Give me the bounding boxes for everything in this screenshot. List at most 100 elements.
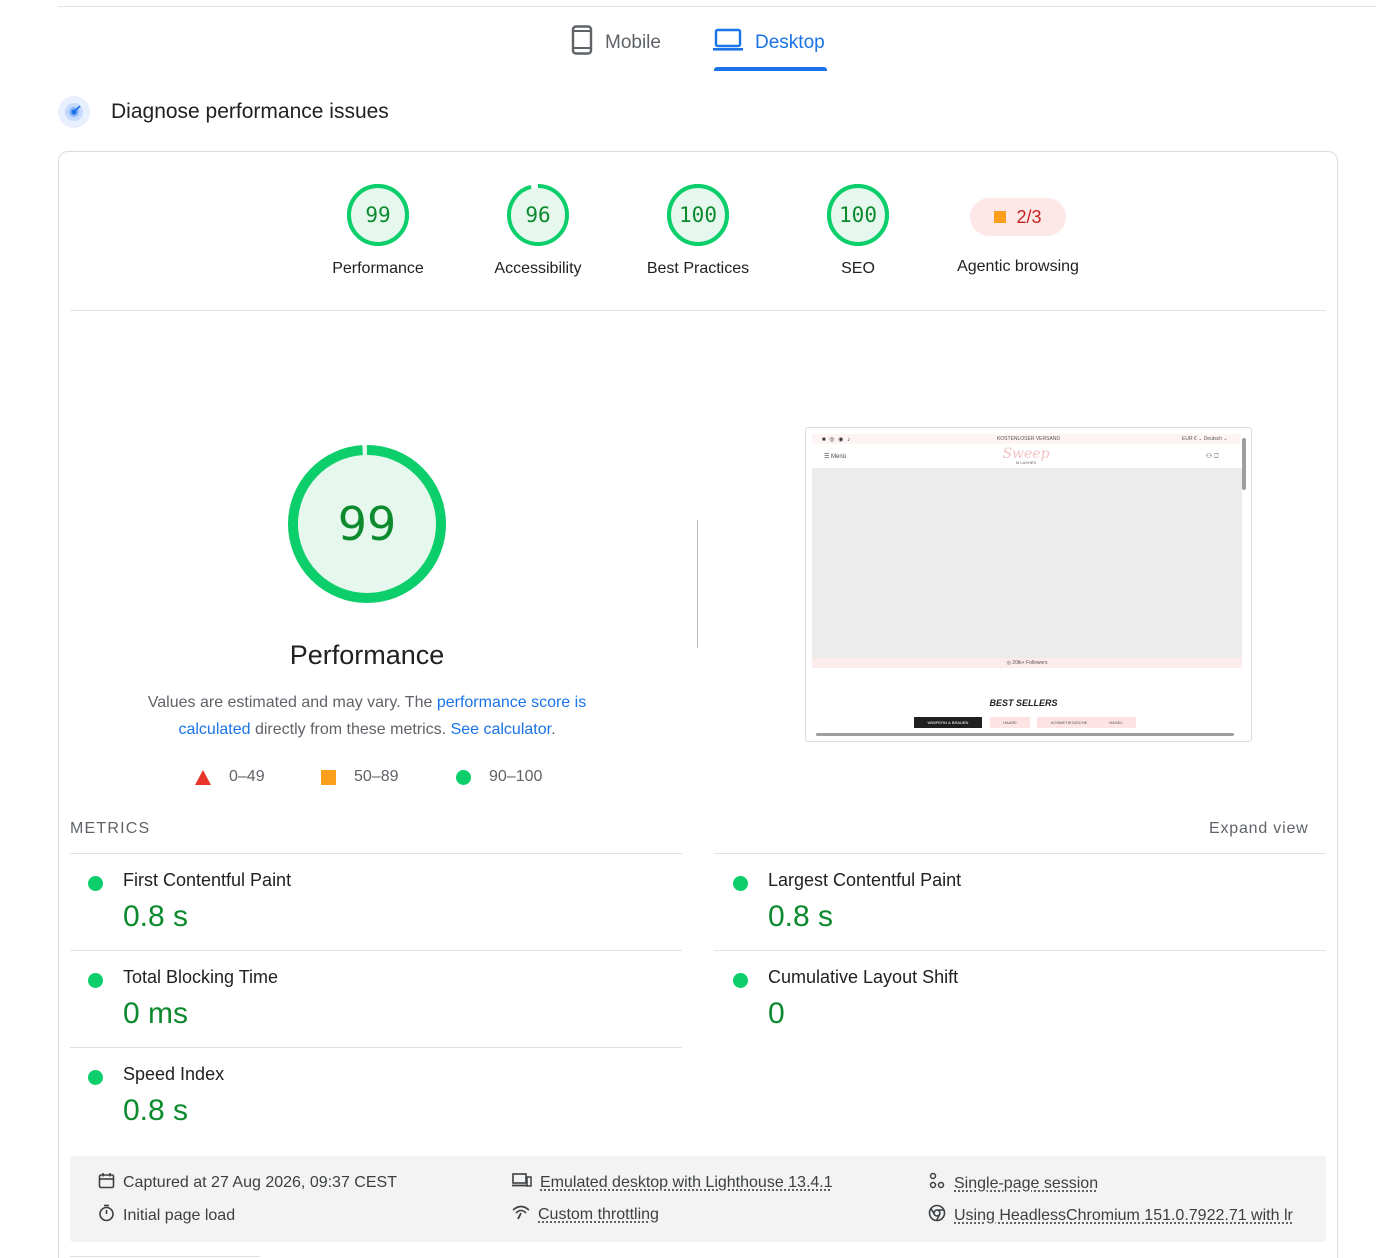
metric-value: 0.8 s — [123, 900, 189, 933]
bottom-divider — [70, 1256, 260, 1257]
legend-average-label: 50–89 — [354, 768, 399, 785]
metric-name: Cumulative Layout Shift — [768, 967, 959, 987]
gauge-value: 96 — [525, 203, 551, 227]
section-title: Diagnose performance issues — [111, 100, 389, 123]
emulated-desktop-text: Emulated desktop with Lighthouse 13.4.1 — [540, 1173, 833, 1191]
agentic-score-badge: 2/3 — [970, 198, 1066, 236]
device-tabs: Mobile Desktop — [0, 20, 1376, 72]
gauge-value: 99 — [365, 203, 391, 227]
metric-value: 0.8 s — [768, 900, 834, 933]
legend-fail-label: 0–49 — [229, 768, 265, 785]
browser-version-text: Using HeadlessChromium 151.0.7922.71 wit… — [954, 1206, 1293, 1224]
thumb-best-sellers: BEST SELLERS — [989, 698, 1058, 708]
thumb-pill: WIMPERN & BRAUEN — [914, 717, 982, 728]
pass-circle-icon — [456, 769, 471, 785]
pass-circle-icon — [88, 876, 103, 891]
legend-pass-label: 90–100 — [489, 768, 543, 785]
gauge-label: Performance — [332, 260, 424, 277]
tab-desktop[interactable]: Desktop — [713, 24, 825, 62]
single-page-session-text: Single-page session — [954, 1174, 1099, 1192]
gauge-accessibility[interactable]: 96 Accessibility — [458, 183, 618, 278]
thumb-followers-bar: ◎ 20tk+ Followers — [812, 658, 1242, 668]
fail-triangle-icon — [195, 769, 211, 785]
initial-page-load-text: Initial page load — [123, 1206, 236, 1224]
tab-mobile[interactable]: Mobile — [571, 24, 661, 62]
gauges-divider — [70, 310, 1326, 311]
metrics-divider — [714, 950, 1326, 951]
pass-circle-icon — [88, 973, 103, 988]
average-square-icon — [994, 211, 1007, 223]
thumb-pill: KOSMETIKTASCHE — [1037, 717, 1101, 728]
metrics-heading: METRICS — [70, 820, 151, 837]
desc-text: . — [551, 721, 556, 738]
performance-score: 99 — [337, 497, 397, 551]
devices-icon — [512, 1172, 532, 1193]
metric-value: 0 ms — [123, 997, 189, 1030]
pass-circle-icon — [733, 973, 748, 988]
performance-gauge-large: 99 — [287, 444, 447, 604]
thumb-menu: ☰ Menü — [824, 454, 847, 460]
gauge-seo[interactable]: 100 SEO — [778, 183, 938, 278]
session-icon — [928, 1172, 946, 1195]
expand-view-button[interactable]: Expand view — [1209, 820, 1309, 838]
score-legend: 0–49 50–89 90–100 — [0, 768, 1376, 792]
custom-throttling-text: Custom throttling — [538, 1205, 659, 1223]
pass-circle-icon — [88, 1070, 103, 1085]
stopwatch-icon — [98, 1204, 115, 1227]
gauge-value: 100 — [679, 203, 717, 227]
thumb-account-cart-icons: ⚇ ⎕ — [1206, 453, 1219, 460]
gauge-label: Agentic browsing — [957, 258, 1079, 275]
metrics-divider — [70, 1047, 682, 1048]
agentic-value: 2/3 — [1016, 206, 1042, 227]
metric-name: First Contentful Paint — [123, 870, 292, 890]
laptop-icon — [713, 28, 743, 58]
gauge-agentic-browsing[interactable]: 2/3 Agentic browsing — [938, 183, 1098, 276]
gauge-label: SEO — [841, 260, 875, 277]
desc-text: directly from these metrics. — [250, 721, 451, 738]
active-tab-indicator — [714, 67, 827, 71]
page-screenshot[interactable]: ■ ◎ ◉ ♪ KOSTENLOSER VERSAND EUR € ⌄ Deut… — [805, 427, 1252, 742]
thumb-currency-selector: EUR € ⌄ Deutsch ⌄ — [1182, 436, 1228, 442]
signal-icon — [512, 1204, 530, 1225]
see-calculator-link[interactable]: See calculator — [451, 721, 552, 738]
captured-at-text: Captured at 27 Aug 2026, 09:37 CEST — [123, 1174, 397, 1191]
metric-name: Largest Contentful Paint — [768, 870, 962, 890]
captured-at: Captured at 27 Aug 2026, 09:37 CEST — [98, 1172, 397, 1194]
metrics-divider — [70, 950, 682, 951]
thumb-logo-sub: M LASHES — [1015, 460, 1037, 465]
gauge-label: Accessibility — [494, 260, 582, 277]
gauge-performance[interactable]: 99 Performance — [298, 183, 458, 278]
legend-average: 50–89 — [321, 768, 399, 786]
thumb-category-pills: WIMPERN & BRAUEN HAARE KOSMETIKTASCHE NÄ… — [914, 717, 1174, 729]
gauge-best-practices[interactable]: 100 Best Practices — [618, 183, 778, 278]
run-info-footer: Captured at 27 Aug 2026, 09:37 CEST Init… — [70, 1156, 1326, 1242]
legend-fail: 0–49 — [195, 768, 265, 786]
performance-description: Values are estimated and may vary. The p… — [130, 689, 604, 743]
metric-value: 0.8 s — [123, 1094, 189, 1127]
emulated-desktop[interactable]: Emulated desktop with Lighthouse 13.4.1 — [512, 1172, 833, 1193]
speedometer-icon — [58, 96, 90, 128]
browser-version[interactable]: Using HeadlessChromium 151.0.7922.71 wit… — [928, 1204, 1293, 1227]
legend-pass: 90–100 — [456, 768, 542, 786]
chrome-icon — [928, 1204, 946, 1227]
smartphone-icon — [571, 25, 593, 61]
custom-throttling[interactable]: Custom throttling — [512, 1204, 659, 1225]
gauge-value: 100 — [839, 203, 877, 227]
vertical-divider — [697, 520, 698, 648]
metric-name: Total Blocking Time — [123, 967, 279, 987]
pass-circle-icon — [733, 876, 748, 891]
score-gauges: 99 Performance 96 Accessibility 100 Best… — [0, 183, 1376, 293]
thumb-horizontal-scrollbar — [816, 733, 1234, 736]
thumb-hero-placeholder — [812, 468, 1242, 658]
metric-name: Speed Index — [123, 1064, 225, 1084]
thumb-vertical-scrollbar — [1242, 438, 1246, 490]
metric-value: 0 — [768, 997, 785, 1030]
desc-text: Values are estimated and may vary. The — [147, 694, 437, 711]
performance-title: Performance — [289, 640, 445, 670]
single-page-session[interactable]: Single-page session — [928, 1172, 1098, 1195]
top-divider — [58, 6, 1376, 7]
average-square-icon — [321, 769, 336, 785]
initial-page-load: Initial page load — [98, 1204, 235, 1227]
tab-desktop-label: Desktop — [755, 32, 825, 53]
gauge-label: Best Practices — [646, 260, 750, 277]
